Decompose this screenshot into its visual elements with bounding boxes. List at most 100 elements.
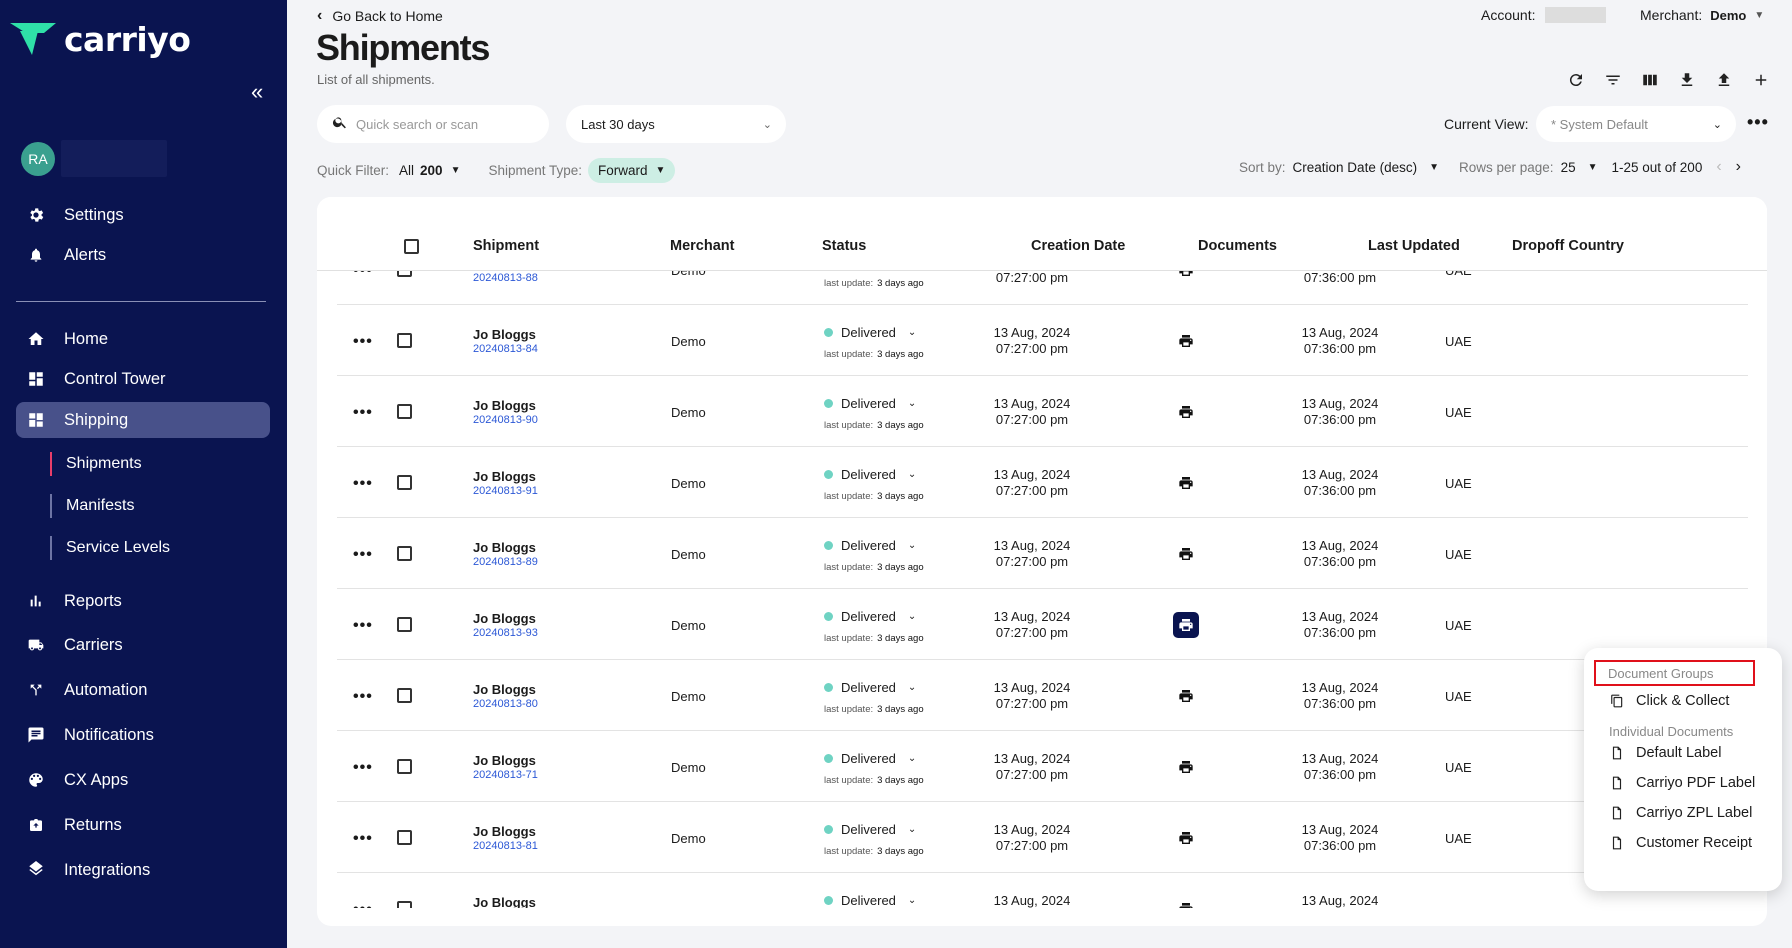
print-icon[interactable] xyxy=(1175,271,1197,281)
sidebar-item-reports[interactable]: Reports xyxy=(16,583,270,619)
sidebar-item-automation[interactable]: Automation xyxy=(16,672,270,708)
header-documents[interactable]: Documents xyxy=(1198,238,1277,254)
row-actions-icon[interactable]: ••• xyxy=(353,333,373,351)
shipment-id-link[interactable]: 20240813-84 xyxy=(473,343,538,355)
sidebar-subitem-manifests[interactable]: Manifests xyxy=(50,494,134,518)
refresh-icon[interactable] xyxy=(1557,68,1594,92)
print-icon[interactable] xyxy=(1175,827,1197,849)
table-row[interactable]: ••• Jo Bloggs 20240813-80 Demo Delivered ⌄ las… xyxy=(337,660,1748,731)
sidebar-item-shipping[interactable]: Shipping xyxy=(16,402,270,438)
carriyo-logo[interactable]: carriyo xyxy=(10,20,191,59)
table-row[interactable]: ••• Jo Bloggs 20240813-93 Demo Delivered ⌄ las… xyxy=(337,589,1748,660)
chevron-down-icon[interactable]: ⌄ xyxy=(908,824,916,835)
date-range-select[interactable]: Last 30 days ⌄ xyxy=(566,105,786,143)
sidebar-item-cx-apps[interactable]: CX Apps xyxy=(16,762,270,798)
table-row[interactable]: ••• Jo Bloggs 20240813-89 Demo Delivered ⌄ las… xyxy=(337,518,1748,589)
print-icon[interactable] xyxy=(1173,612,1199,638)
row-actions-icon[interactable]: ••• xyxy=(353,546,373,564)
add-icon[interactable] xyxy=(1742,68,1779,92)
header-last-updated[interactable]: Last Updated xyxy=(1368,238,1460,254)
row-actions-icon[interactable]: ••• xyxy=(353,901,373,908)
filter-icon[interactable] xyxy=(1594,68,1631,92)
shipment-id-link[interactable]: 20240813-88 xyxy=(473,272,538,284)
menu-item-customer-receipt[interactable]: Customer Receipt xyxy=(1610,835,1752,851)
collapse-sidebar-icon[interactable]: « xyxy=(251,79,263,105)
table-row[interactable]: ••• Jo Bloggs 20240813-81 Demo Delivered ⌄ las… xyxy=(337,802,1748,873)
prev-page-icon[interactable]: ‹ xyxy=(1716,158,1721,176)
chevron-down-icon[interactable]: ⌄ xyxy=(908,469,916,480)
search-box[interactable] xyxy=(317,105,549,143)
row-actions-icon[interactable]: ••• xyxy=(353,617,373,635)
next-page-icon[interactable]: › xyxy=(1736,158,1741,176)
go-back-link[interactable]: ‹ Go Back to Home xyxy=(317,7,443,25)
header-status[interactable]: Status xyxy=(822,238,866,254)
menu-item-carriyo-pdf-label[interactable]: Carriyo PDF Label xyxy=(1610,775,1755,791)
menu-item-click-collect[interactable]: Click & Collect xyxy=(1610,693,1729,709)
sidebar-item-carriers[interactable]: Carriers xyxy=(16,627,270,663)
row-checkbox[interactable] xyxy=(397,271,412,277)
row-actions-icon[interactable]: ••• xyxy=(353,271,373,280)
row-checkbox[interactable] xyxy=(397,759,412,774)
sidebar-subitem-shipments[interactable]: Shipments xyxy=(50,452,142,476)
row-actions-icon[interactable]: ••• xyxy=(353,830,373,848)
shipment-id-link[interactable]: 20240813-80 xyxy=(473,698,538,710)
quick-filter-value[interactable]: All xyxy=(399,163,414,178)
row-actions-icon[interactable]: ••• xyxy=(353,404,373,422)
print-icon[interactable] xyxy=(1175,330,1197,352)
row-checkbox[interactable] xyxy=(397,475,412,490)
row-checkbox[interactable] xyxy=(397,688,412,703)
sidebar-item-notifications[interactable]: Notifications xyxy=(16,717,270,753)
caret-down-icon[interactable]: ▼ xyxy=(451,165,461,176)
shipment-id-link[interactable]: 20240813-90 xyxy=(473,414,538,426)
header-shipment[interactable]: Shipment xyxy=(473,238,539,254)
sidebar-subitem-service-levels[interactable]: Service Levels xyxy=(50,536,170,560)
chevron-down-icon[interactable]: ⌄ xyxy=(908,398,916,409)
shipment-id-link[interactable]: 20240813-81 xyxy=(473,840,538,852)
print-icon[interactable] xyxy=(1175,685,1197,707)
row-checkbox[interactable] xyxy=(397,830,412,845)
row-checkbox[interactable] xyxy=(397,546,412,561)
row-checkbox[interactable] xyxy=(397,404,412,419)
rows-per-page-value[interactable]: 25 xyxy=(1561,160,1576,175)
sidebar-item-integrations[interactable]: Integrations xyxy=(16,852,270,888)
print-icon[interactable] xyxy=(1175,756,1197,778)
shipment-id-link[interactable]: 20240813-71 xyxy=(473,769,538,781)
merchant-selector[interactable]: Merchant: Demo ▼ xyxy=(1640,7,1764,23)
chevron-down-icon[interactable]: ⌄ xyxy=(908,895,916,906)
row-actions-icon[interactable]: ••• xyxy=(353,475,373,493)
chevron-down-icon[interactable]: ⌄ xyxy=(908,327,916,338)
sort-value[interactable]: Creation Date (desc) xyxy=(1293,160,1418,175)
user-profile[interactable]: RA xyxy=(21,140,167,177)
print-icon[interactable] xyxy=(1175,543,1197,565)
print-icon[interactable] xyxy=(1175,898,1197,908)
sidebar-item-alerts[interactable]: Alerts xyxy=(16,237,270,273)
sidebar-item-control-tower[interactable]: Control Tower xyxy=(16,361,270,397)
table-row[interactable]: ••• Jo Bloggs 20240813-84 Demo Delivered ⌄ las… xyxy=(337,305,1748,376)
shipment-id-link[interactable]: 20240813-91 xyxy=(473,485,538,497)
menu-item-carriyo-zpl-label[interactable]: Carriyo ZPL Label xyxy=(1610,805,1752,821)
table-row[interactable]: ••• Jo Bloggs 20240813-71 Demo Delivered ⌄ las… xyxy=(337,731,1748,802)
chevron-down-icon[interactable]: ⌄ xyxy=(908,540,916,551)
table-row[interactable]: ••• Jo Bloggs 20240813-90 Demo Delivered ⌄ las… xyxy=(337,376,1748,447)
sidebar-item-settings[interactable]: Settings xyxy=(16,197,270,233)
select-all-checkbox[interactable] xyxy=(404,239,419,254)
current-view-select[interactable]: * System Default ⌄ xyxy=(1536,106,1736,142)
download-icon[interactable] xyxy=(1668,68,1705,92)
shipment-id-link[interactable]: 20240813-93 xyxy=(473,627,538,639)
menu-item-default-label[interactable]: Default Label xyxy=(1610,745,1721,761)
row-checkbox[interactable] xyxy=(397,901,412,908)
more-options-icon[interactable]: ••• xyxy=(1747,112,1769,133)
chevron-down-icon[interactable]: ⌄ xyxy=(908,682,916,693)
columns-icon[interactable] xyxy=(1631,68,1668,92)
shipment-id-link[interactable]: 20240813-89 xyxy=(473,556,538,568)
row-actions-icon[interactable]: ••• xyxy=(353,759,373,777)
print-icon[interactable] xyxy=(1175,472,1197,494)
table-row[interactable]: ••• Jo Bloggs 20240813-91 Demo Delivered ⌄ las… xyxy=(337,447,1748,518)
row-checkbox[interactable] xyxy=(397,617,412,632)
print-icon[interactable] xyxy=(1175,401,1197,423)
shipment-type-chip[interactable]: Forward ▼ xyxy=(588,158,676,183)
search-input[interactable] xyxy=(356,116,536,132)
header-dropoff-country[interactable]: Dropoff Country xyxy=(1512,238,1624,254)
table-row[interactable]: •••Jo BloggsDelivered⌄last update:13 Aug… xyxy=(337,873,1748,908)
row-actions-icon[interactable]: ••• xyxy=(353,688,373,706)
